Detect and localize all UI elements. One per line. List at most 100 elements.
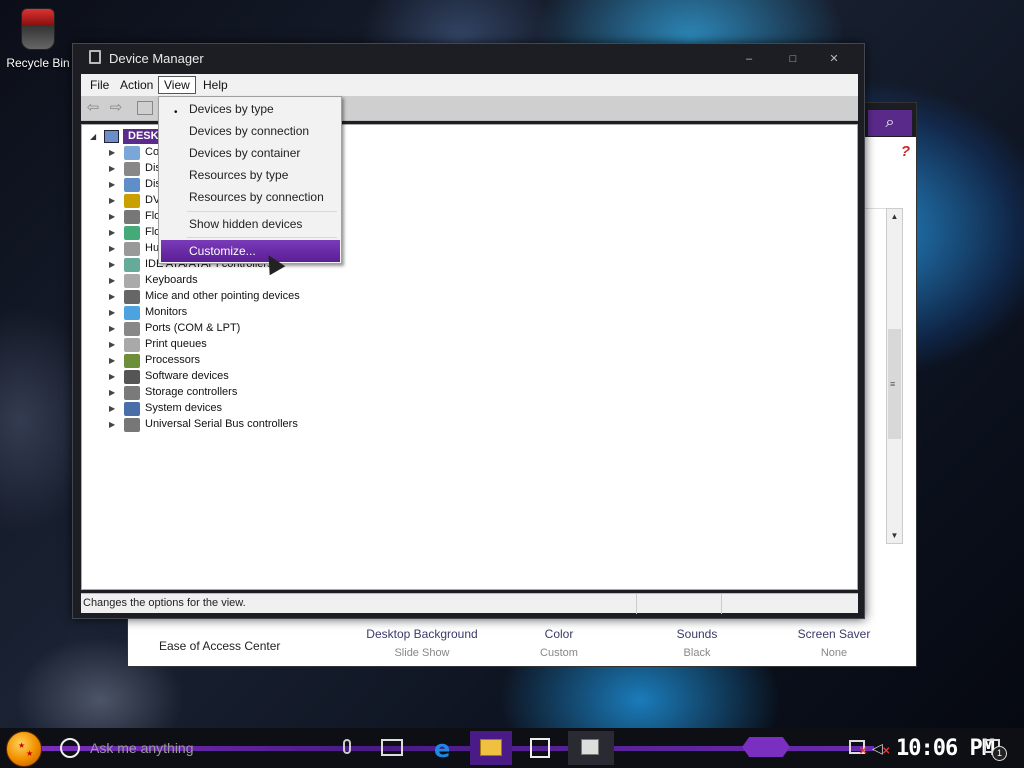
expand-arrow-icon[interactable]: ▶ (109, 244, 115, 253)
forward-icon[interactable]: ⇨ (106, 99, 126, 117)
maximize-button[interactable]: □ (775, 47, 811, 71)
menu-item-devices-by-container[interactable]: Devices by container (189, 146, 300, 160)
cortana-icon[interactable] (60, 738, 80, 758)
expand-arrow-icon[interactable]: ▶ (109, 196, 115, 205)
expand-arrow-icon[interactable]: ▶ (109, 292, 115, 301)
taskbar-decoration (742, 737, 790, 757)
device-category-label: Software devices (145, 370, 229, 382)
back-icon[interactable]: ⇦ (83, 99, 103, 117)
expand-arrow-icon[interactable]: ▶ (109, 164, 115, 173)
expand-arrow-icon[interactable]: ▶ (109, 148, 115, 157)
menu-view[interactable]: View (158, 76, 196, 94)
menu-separator (187, 237, 337, 238)
device-category-icon (124, 322, 140, 336)
bg-scrollbar[interactable]: ▲ ≡ ▼ (886, 208, 903, 544)
scroll-up-arrow-icon[interactable]: ▲ (887, 209, 902, 224)
device-category-icon (124, 162, 140, 176)
color-option[interactable]: Color Custom (499, 627, 619, 659)
close-button[interactable]: ✕ (816, 47, 852, 71)
device-manager-app-icon (89, 50, 101, 64)
orb-star-icon: ★ (18, 741, 26, 750)
recycle-bin-label: Recycle Bin (6, 56, 70, 70)
expand-arrow-icon[interactable]: ▶ (109, 340, 115, 349)
device-category-icon (124, 370, 140, 384)
menu-help[interactable]: Help (197, 76, 234, 94)
device-category-label: Keyboards (145, 274, 198, 286)
orb-star-icon: ★ (26, 749, 34, 758)
menu-item-customize[interactable]: Customize... (189, 244, 256, 258)
option-title: Screen Saver (797, 627, 871, 641)
option-title: Sounds (676, 627, 718, 641)
store-taskbar-button[interactable] (520, 731, 562, 765)
system-clock[interactable]: 10:06 PM (896, 736, 995, 761)
device-category-label: Storage controllers (145, 386, 238, 398)
device-category-label: Universal Serial Bus controllers (145, 418, 298, 430)
expand-arrow-icon[interactable]: ▶ (109, 388, 115, 397)
device-category-icon (124, 146, 140, 160)
device-category-icon (124, 418, 140, 432)
status-bar: Changes the options for the view. (81, 593, 858, 614)
device-category-icon (124, 274, 140, 288)
computer-icon (104, 129, 119, 143)
expand-arrow-icon[interactable]: ▶ (109, 404, 115, 413)
expand-arrow-icon[interactable]: ▶ (109, 372, 115, 381)
device-category-label: Mice and other pointing devices (145, 290, 300, 302)
option-title: Desktop Background (366, 627, 478, 641)
option-subtitle: Slide Show (394, 647, 450, 659)
edge-taskbar-button[interactable]: e (422, 731, 464, 765)
status-divider (721, 594, 722, 614)
expand-arrow-icon[interactable]: ▶ (109, 212, 115, 221)
collapse-arrow-icon[interactable]: ◢ (90, 132, 100, 141)
bg-search-button[interactable]: ⌕ (868, 110, 912, 136)
file-explorer-taskbar-button[interactable] (470, 731, 512, 765)
device-category-label: Monitors (145, 306, 188, 318)
menu-item-devices-by-connection[interactable]: Devices by connection (189, 124, 309, 138)
screen-saver-option[interactable]: Screen Saver None (774, 627, 894, 659)
expand-arrow-icon[interactable]: ▶ (109, 228, 115, 237)
sounds-option[interactable]: Sounds Black (637, 627, 757, 659)
menu-action[interactable]: Action (114, 76, 159, 94)
taskbar: ★ ★ Ask me anything e ✕ ◁ ✕ 10:06 PM 1 (0, 728, 1024, 768)
task-view-icon[interactable] (381, 739, 403, 756)
device-category-label: Hu (145, 242, 160, 254)
device-category-icon (124, 338, 140, 352)
option-title: Color (544, 627, 574, 641)
expand-arrow-icon[interactable]: ▶ (109, 356, 115, 365)
expand-arrow-icon[interactable]: ▶ (109, 180, 115, 189)
store-icon (530, 738, 550, 758)
network-error-icon: ✕ (859, 746, 868, 757)
help-icon[interactable]: ? (901, 143, 910, 160)
device-category-icon (124, 354, 140, 368)
recycle-bin-shortcut[interactable]: Recycle Bin (4, 8, 72, 70)
start-button[interactable]: ★ ★ (6, 731, 42, 767)
menu-file[interactable]: File (84, 76, 115, 94)
menu-item-resources-by-type[interactable]: Resources by type (189, 168, 288, 182)
menu-separator (187, 211, 337, 212)
minimize-button[interactable]: – (731, 47, 767, 71)
expand-arrow-icon[interactable]: ▶ (109, 276, 115, 285)
menu-item-devices-by-type[interactable]: Devices by type (189, 102, 274, 116)
window-title: Device Manager (109, 51, 204, 66)
device-category-icon (124, 386, 140, 400)
expand-arrow-icon[interactable]: ▶ (109, 420, 115, 429)
menu-item-customize-highlight[interactable]: Customize... (161, 240, 340, 262)
microphone-icon[interactable] (343, 739, 351, 754)
status-divider (636, 594, 637, 614)
menu-item-show-hidden-devices[interactable]: Show hidden devices (189, 217, 302, 231)
ease-of-access-link[interactable]: Ease of Access Center (159, 639, 280, 653)
titlebar[interactable]: Device Manager – □ ✕ (73, 44, 864, 72)
desktop-background-option[interactable]: Desktop Background Slide Show (362, 627, 482, 659)
properties-icon[interactable] (137, 101, 153, 115)
device-manager-taskbar-button[interactable] (568, 731, 614, 765)
device-category-label: Ports (COM & LPT) (145, 322, 241, 334)
device-category-icon (124, 242, 140, 256)
menu-item-resources-by-connection[interactable]: Resources by connection (189, 190, 324, 204)
recycle-bin-icon (21, 8, 55, 50)
scroll-grip-icon: ≡ (890, 379, 896, 389)
expand-arrow-icon[interactable]: ▶ (109, 260, 115, 269)
search-box[interactable]: Ask me anything (90, 740, 194, 756)
option-subtitle: None (820, 647, 848, 659)
expand-arrow-icon[interactable]: ▶ (109, 324, 115, 333)
scroll-down-arrow-icon[interactable]: ▼ (887, 528, 902, 543)
expand-arrow-icon[interactable]: ▶ (109, 308, 115, 317)
